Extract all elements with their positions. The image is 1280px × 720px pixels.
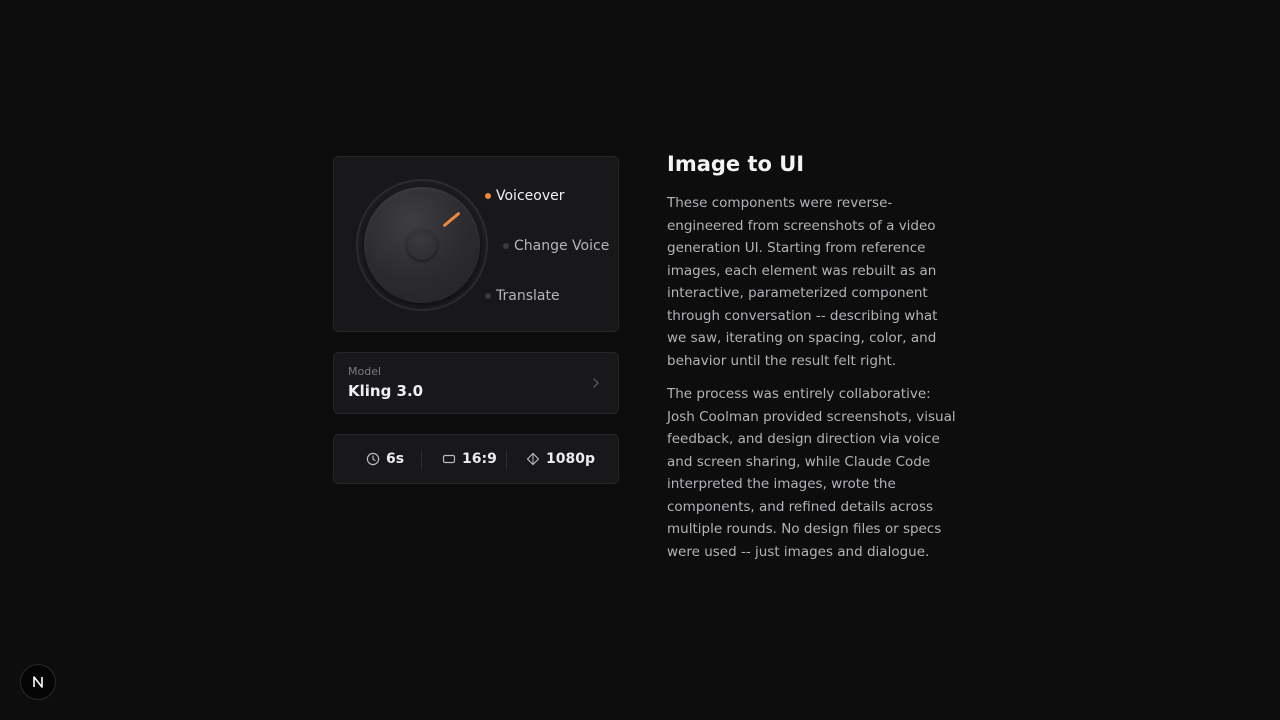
voice-mode-panel: Voiceover Change Voice Translate: [333, 156, 619, 332]
dial-indicator: [442, 211, 461, 228]
description-paragraph: These components were reverse-engineered…: [667, 195, 938, 369]
aspect-ratio-value: 16:9: [462, 451, 497, 467]
description-paragraph: The process was entirely collaborative: …: [667, 386, 956, 560]
divider: [421, 450, 422, 470]
active-dot-icon: [485, 193, 491, 199]
model-value: Kling 3.0: [348, 382, 424, 400]
clock-icon: [366, 452, 380, 466]
option-voiceover-label: Voiceover: [496, 188, 565, 204]
option-change-voice[interactable]: Change Voice: [503, 237, 610, 255]
description-section: Image to UI These components were revers…: [667, 150, 959, 574]
nextjs-badge[interactable]: [20, 664, 56, 700]
option-translate[interactable]: Translate: [485, 287, 560, 305]
model-label: Model: [348, 365, 382, 378]
aspect-ratio-icon: [442, 454, 456, 464]
option-voiceover[interactable]: Voiceover: [485, 187, 565, 205]
inactive-dot-icon: [485, 293, 491, 299]
option-translate-label: Translate: [496, 288, 560, 304]
resolution-setting[interactable]: 1080p: [526, 435, 595, 483]
resolution-value: 1080p: [546, 451, 595, 467]
duration-setting[interactable]: 6s: [366, 435, 404, 483]
divider: [506, 450, 507, 470]
option-change-voice-label: Change Voice: [514, 238, 610, 254]
chevron-right-icon: [593, 378, 599, 388]
page-title: Image to UI: [667, 152, 805, 176]
diamond-icon: [526, 452, 540, 466]
model-selector[interactable]: Model Kling 3.0: [333, 352, 619, 414]
generation-settings-bar: 6s 16:9 1080p: [333, 434, 619, 484]
inactive-dot-icon: [503, 243, 509, 249]
nextjs-logo-icon: [33, 676, 43, 688]
voice-mode-dial[interactable]: [356, 179, 488, 311]
duration-value: 6s: [386, 451, 405, 467]
aspect-ratio-setting[interactable]: 16:9: [442, 435, 497, 483]
dial-hub: [407, 230, 437, 260]
dial-face: [364, 187, 480, 303]
